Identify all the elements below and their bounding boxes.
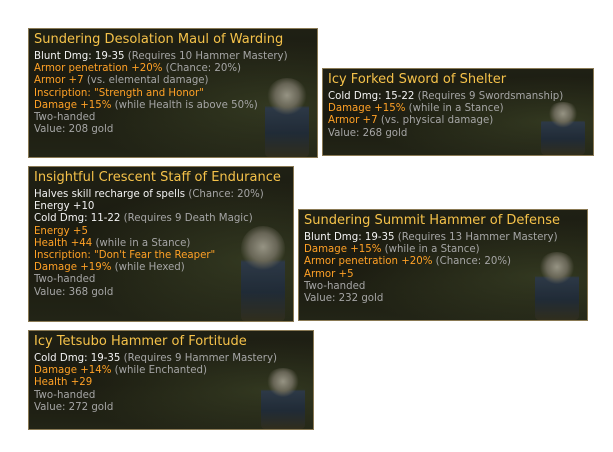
item-stat-line: Damage +14% (while Enchanted) — [34, 365, 308, 377]
stat-value: Two-handed — [34, 112, 96, 124]
stat-value: Inscription: "Strength and Honor" — [34, 87, 204, 99]
item-stat-line: Armor penetration +20% (Chance: 20%) — [34, 63, 312, 75]
stat-value: Halves skill recharge of spells — [34, 189, 186, 200]
stat-value: Value: 268 gold — [328, 127, 408, 139]
item-stat-line: Energy +10 — [34, 201, 288, 213]
item-stat-line: Damage +19% (while Hexed) — [34, 262, 288, 274]
item-stat-line: Value: 208 gold — [34, 124, 312, 136]
stat-condition-note: (Chance: 20%) — [162, 63, 242, 75]
item-stat-line: Armor +7 (vs. elemental damage) — [34, 75, 312, 87]
stat-value: Damage +15% — [328, 103, 406, 115]
item-stat-list: Blunt Dmg: 19-35 (Requires 10 Hammer Mas… — [34, 51, 312, 136]
stat-value: Two-handed — [304, 280, 366, 292]
item-stat-line: Damage +15% (while Health is above 50%) — [34, 100, 312, 112]
stat-condition-note: (Requires 13 Hammer Mastery) — [394, 232, 558, 243]
item-tooltip-crescent-staff: Insightful Crescent Staff of Endurance H… — [28, 166, 294, 322]
item-title: Icy Forked Sword of Shelter — [328, 72, 507, 87]
item-stat-list: Halves skill recharge of spells (Chance:… — [34, 189, 288, 299]
stat-value: Two-handed — [34, 389, 96, 401]
stat-value: Damage +15% — [34, 99, 112, 111]
item-tooltip-forked-sword: Icy Forked Sword of Shelter Cold Dmg: 15… — [322, 68, 594, 156]
stat-value: Damage +15% — [304, 244, 382, 256]
stat-condition-note: (Chance: 20%) — [185, 189, 264, 200]
stat-condition-note: (while Health is above 50%) — [111, 99, 258, 111]
stat-value: Armor +5 — [304, 268, 354, 280]
stat-value: Cold Dmg: 19-35 — [34, 353, 121, 364]
stat-condition-note: (Chance: 20%) — [432, 256, 512, 268]
item-stat-line: Energy +5 — [34, 226, 288, 238]
stat-value: Value: 368 gold — [34, 286, 114, 298]
item-stat-line: Blunt Dmg: 19-35 (Requires 10 Hammer Mas… — [34, 51, 312, 63]
item-stat-line: Value: 232 gold — [304, 293, 582, 305]
item-stat-line: Halves skill recharge of spells (Chance:… — [34, 189, 288, 201]
stat-condition-note: (while in a Stance) — [92, 237, 191, 249]
item-stat-line: Cold Dmg: 11-22 (Requires 9 Death Magic) — [34, 213, 288, 225]
stat-condition-note: (Requires 9 Hammer Mastery) — [120, 353, 277, 364]
item-stat-list: Cold Dmg: 19-35 (Requires 9 Hammer Maste… — [34, 353, 308, 414]
item-stat-line: Value: 268 gold — [328, 128, 588, 140]
item-title: Icy Tetsubo Hammer of Fortitude — [34, 334, 247, 349]
stat-value: Armor penetration +20% — [34, 63, 163, 75]
item-tooltip-summit-hammer: Sundering Summit Hammer of Defense Blunt… — [298, 209, 588, 321]
item-stat-line: Value: 272 gold — [34, 402, 308, 414]
item-stat-line: Cold Dmg: 15-22 (Requires 9 Swordsmanshi… — [328, 91, 588, 103]
stat-condition-note: (while Enchanted) — [111, 365, 207, 377]
stat-condition-note: (Requires 9 Death Magic) — [120, 213, 253, 225]
stat-value: Value: 208 gold — [34, 124, 114, 136]
stat-value: Armor penetration +20% — [304, 256, 433, 268]
stat-value: Armor +7 — [328, 115, 378, 127]
stat-value: Energy +10 — [34, 201, 95, 213]
item-stat-line: Two-handed — [34, 390, 308, 402]
item-stat-list: Blunt Dmg: 19-35 (Requires 13 Hammer Mas… — [304, 232, 582, 305]
stat-value: Damage +14% — [34, 365, 112, 377]
stat-condition-note: (vs. physical damage) — [377, 115, 494, 127]
stat-value: Cold Dmg: 11-22 — [34, 213, 121, 225]
item-title: Sundering Desolation Maul of Warding — [34, 32, 284, 47]
stat-condition-note: (while Hexed) — [111, 262, 185, 274]
item-stat-line: Health +29 — [34, 377, 308, 389]
item-stat-line: Inscription: "Strength and Honor" — [34, 88, 312, 100]
item-stat-line: Two-handed — [304, 281, 582, 293]
item-stat-line: Two-handed — [34, 274, 288, 286]
stat-value: Blunt Dmg: 19-35 — [34, 51, 125, 62]
item-tooltip-tetsubo-hammer: Icy Tetsubo Hammer of Fortitude Cold Dmg… — [28, 330, 314, 430]
stat-value: Energy +5 — [34, 225, 88, 237]
item-stat-line: Armor +5 — [304, 269, 582, 281]
item-stat-line: Two-handed — [34, 112, 312, 124]
item-tooltip-desolation-maul: Sundering Desolation Maul of Warding Blu… — [28, 28, 318, 158]
item-stat-line: Cold Dmg: 19-35 (Requires 9 Hammer Maste… — [34, 353, 308, 365]
stat-value: Two-handed — [34, 274, 96, 286]
stat-value: Health +44 — [34, 237, 93, 249]
stat-value: Damage +19% — [34, 262, 112, 274]
item-stat-line: Damage +15% (while in a Stance) — [304, 244, 582, 256]
stat-value: Blunt Dmg: 19-35 — [304, 232, 395, 243]
item-stat-line: Damage +15% (while in a Stance) — [328, 103, 588, 115]
item-stat-line: Blunt Dmg: 19-35 (Requires 13 Hammer Mas… — [304, 232, 582, 244]
stat-condition-note: (Requires 10 Hammer Mastery) — [124, 51, 288, 62]
item-stat-line: Inscription: "Don't Fear the Reaper" — [34, 250, 288, 262]
item-stat-line: Armor +7 (vs. physical damage) — [328, 115, 588, 127]
stat-value: Cold Dmg: 15-22 — [328, 91, 415, 102]
stat-condition-note: (while in a Stance) — [381, 244, 480, 256]
stat-condition-note: (while in a Stance) — [405, 103, 504, 115]
item-title: Sundering Summit Hammer of Defense — [304, 213, 561, 228]
item-title: Insightful Crescent Staff of Endurance — [34, 170, 281, 185]
stat-condition-note: (Requires 9 Swordsmanship) — [414, 91, 564, 102]
stat-value: Health +29 — [34, 377, 93, 389]
stat-value: Inscription: "Don't Fear the Reaper" — [34, 250, 216, 262]
stat-value: Value: 272 gold — [34, 401, 114, 413]
item-stat-line: Armor penetration +20% (Chance: 20%) — [304, 256, 582, 268]
item-stat-list: Cold Dmg: 15-22 (Requires 9 Swordsmanshi… — [328, 91, 588, 140]
item-stat-line: Health +44 (while in a Stance) — [34, 238, 288, 250]
item-stat-line: Value: 368 gold — [34, 287, 288, 299]
stat-value: Value: 232 gold — [304, 293, 384, 305]
stat-value: Armor +7 — [34, 75, 84, 87]
stat-condition-note: (vs. elemental damage) — [83, 75, 209, 87]
